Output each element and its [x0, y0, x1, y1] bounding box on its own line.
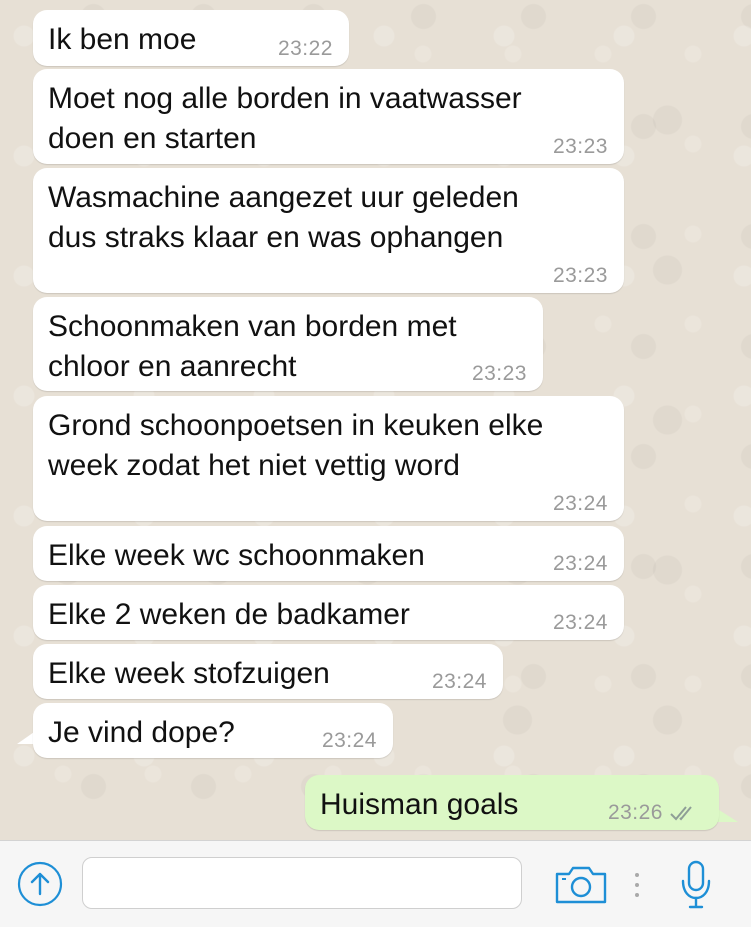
message-text: Elke week wc schoonmaken [48, 539, 425, 572]
camera-icon[interactable] [554, 865, 608, 905]
message-text: Wasmachine aangezet uur geleden dus stra… [48, 181, 519, 254]
message-time: 23:24 [431, 670, 487, 693]
message-bubble[interactable]: Elke week stofzuigen 23:24 [33, 644, 503, 699]
message-bubble[interactable]: Elke 2 weken de badkamer 23:24 [33, 585, 624, 640]
message-bubble[interactable]: Schoonmaken van borden met chloor en aan… [33, 297, 543, 391]
message-bubble[interactable]: Elke week wc schoonmaken 23:24 [33, 526, 624, 581]
message-text: Moet nog alle borden in vaatwasser doen … [48, 82, 522, 155]
message-time: 23:24 [552, 492, 608, 515]
message-bubble[interactable]: Grond schoonpoetsen in keuken elke week … [33, 396, 624, 521]
message-text: Elke 2 weken de badkamer [48, 598, 410, 631]
message-bubble[interactable]: Wasmachine aangezet uur geleden dus stra… [33, 168, 624, 293]
message-input-bar [0, 840, 751, 927]
message-bubble[interactable]: Moet nog alle borden in vaatwasser doen … [33, 69, 624, 164]
message-time: 23:22 [277, 37, 333, 60]
message-time: 23:23 [552, 264, 608, 287]
message-time: 23:24 [552, 611, 608, 634]
message-time: 23:24 [321, 729, 377, 752]
share-arrow-icon[interactable] [17, 861, 63, 907]
message-input[interactable] [82, 857, 522, 909]
message-text: Elke week stofzuigen [48, 657, 330, 690]
microphone-icon[interactable] [679, 859, 713, 911]
bubble-tail [716, 808, 738, 822]
message-time: 23:23 [471, 362, 527, 385]
message-text: Schoonmaken van borden met chloor en aan… [48, 310, 457, 383]
message-time: 23:23 [552, 135, 608, 158]
read-double-check-icon [670, 806, 692, 821]
message-bubble-outgoing[interactable]: Huisman goals 23:26 [305, 775, 719, 830]
more-dots-icon[interactable] [631, 869, 643, 901]
message-bubble[interactable]: Ik ben moe 23:22 [33, 10, 349, 66]
chat-area: Ik ben moe 23:22 Moet nog alle borden in… [0, 0, 751, 840]
message-time: 23:26 [607, 801, 663, 824]
message-bubble[interactable]: Je vind dope? 23:24 [33, 703, 393, 758]
message-time: 23:24 [552, 552, 608, 575]
message-text: Grond schoonpoetsen in keuken elke week … [48, 409, 544, 482]
